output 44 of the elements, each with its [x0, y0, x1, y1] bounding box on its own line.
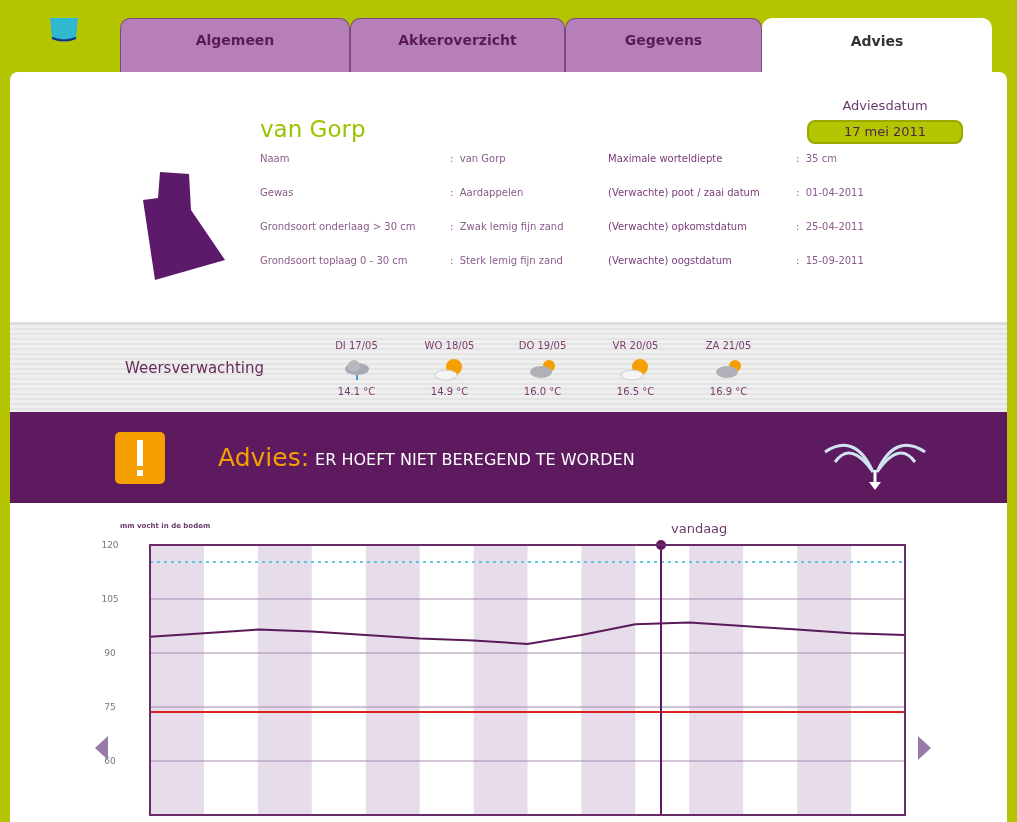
field-title: van Gorp [260, 115, 366, 144]
axis-tick-label: 120 [101, 540, 119, 550]
detail-label: Naam [260, 152, 291, 166]
detail-label: Grondsoort onderlaag > 30 cm [260, 220, 417, 234]
detail-value: : 35 cm [796, 152, 838, 166]
detail-label: Gewas [260, 186, 295, 200]
section-title: Weersverwachting [124, 358, 265, 380]
advice-text: ER HOEFT NIET BEREGEND TE WORDEN [315, 449, 635, 471]
temperature: 16.5 °C [615, 384, 656, 399]
next-arrow[interactable] [918, 736, 931, 760]
detail-value: : Zwak lemig fijn zand [450, 220, 565, 234]
day-label: DI 17/05 [334, 338, 379, 353]
day-label: DO 19/05 [517, 338, 568, 353]
tab[interactable]: Akkeroverzicht [350, 18, 565, 72]
temperature: 14.9 °C [429, 384, 470, 399]
warning-icon [115, 431, 165, 484]
tab[interactable]: Gegevens [565, 18, 762, 72]
axis-tick-label: 105 [101, 594, 119, 604]
detail-label: Grondsoort toplaag 0 - 30 cm [260, 254, 409, 268]
detail-value: : 15-09-2011 [796, 254, 865, 268]
tab[interactable]: Algemeen [120, 18, 350, 72]
detail-label: (Verwachte) poot / zaai datum [608, 186, 761, 200]
date-badge: 17 mei 2011 [807, 119, 963, 144]
date-label: Adviesdatum [841, 97, 929, 115]
detail-value: : 01-04-2011 [796, 186, 865, 200]
detail-label: (Verwachte) opkomstdatum [608, 220, 748, 234]
axis-tick-label: 90 [104, 648, 116, 658]
detail-value: : 25-04-2011 [796, 220, 865, 234]
detail-label: (Verwachte) oogstdatum [608, 254, 733, 268]
detail-label: Maximale worteldiepte [608, 152, 724, 166]
bucket-icon [48, 18, 80, 42]
axis-tick-label: 75 [104, 702, 116, 712]
temperature: 16.9 °C [708, 384, 749, 399]
advice-label: Advies: [218, 441, 310, 474]
tab[interactable]: Advies [762, 18, 992, 74]
detail-value: : van Gorp [450, 152, 507, 166]
day-label: WO 18/05 [423, 338, 476, 353]
today-label: vandaag [671, 521, 728, 536]
day-label: VR 20/05 [611, 338, 660, 353]
temperature: 14.1 °C [336, 384, 377, 399]
day-label: ZA 21/05 [704, 338, 753, 353]
detail-value: : Sterk lemig fijn zand [450, 254, 564, 268]
temperature: 16.0 °C [522, 384, 563, 399]
detail-value: : Aardappelen [450, 186, 525, 200]
